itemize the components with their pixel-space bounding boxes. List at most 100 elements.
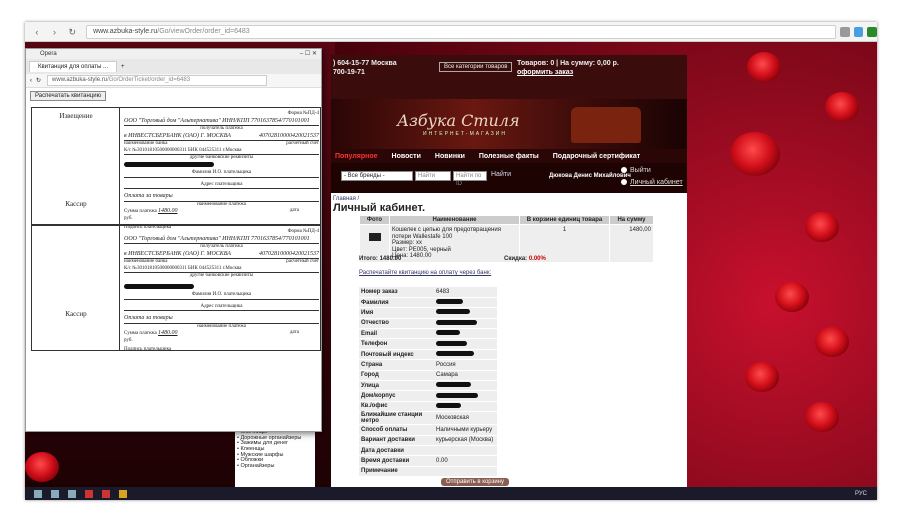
bank-caption: наименование банка <box>124 141 168 146</box>
print-receipt-link[interactable]: Распечатайте квитанцию на оплату через б… <box>359 270 491 276</box>
detail-key: Время доставки <box>359 455 434 467</box>
detail-key: Ближайшие станции метро <box>359 411 434 426</box>
cabinet-label: Личный кабинет <box>630 179 683 186</box>
shield-icon[interactable] <box>853 26 864 37</box>
sign-caption: Подпись плательщика <box>124 347 172 352</box>
new-tab-icon[interactable]: + <box>121 64 125 70</box>
phone-2: 700-19-71 <box>333 69 365 76</box>
account-number: 40702810000420021537 <box>259 250 319 257</box>
filter-bar: - Все бренды - Найти Найти по ID Найти Д… <box>331 163 687 193</box>
rose-decoration <box>805 212 839 242</box>
payer-caption: Фамилия И.О. плательщика <box>124 170 319 178</box>
cashier-label-2: Кассир <box>65 310 87 318</box>
search-id-input[interactable]: Найти по ID <box>453 171 487 187</box>
exit-link[interactable]: Выйти <box>621 167 651 174</box>
language-indicator[interactable]: РУС <box>855 491 867 497</box>
extension-icon[interactable] <box>867 26 877 37</box>
menu-item[interactable]: • Органайзеры <box>237 463 313 470</box>
company-line: ООО "Торговый дом "Альтернатива" ИНН/КПП… <box>124 236 319 244</box>
detail-key: Имя <box>359 307 434 319</box>
other-req-caption: другие банковские реквизиты <box>189 155 254 160</box>
folder-icon[interactable] <box>119 489 127 498</box>
popup-url-path: /Go/OrderTicket/order_id=6483 <box>107 77 191 83</box>
cabinet-link[interactable]: Личный кабинет <box>621 179 683 186</box>
site-logo[interactable]: Азбука Стиля <box>397 111 520 130</box>
opera-icon[interactable] <box>85 489 93 498</box>
account-number: 40702810000420021537 <box>259 132 319 139</box>
detail-row: Вариант доставки курьерская (Москва) <box>359 435 497 446</box>
nav-popular[interactable]: Популярное <box>335 153 378 160</box>
address-caption: Адрес плательщика <box>124 182 319 189</box>
sum-label: Сумма платежа <box>124 209 157 214</box>
exit-label: Выйти <box>630 167 651 174</box>
popup-app-name: Opera <box>40 51 57 57</box>
detail-key: Email <box>359 328 434 340</box>
purpose-line: Оплата за товары <box>124 193 319 202</box>
detail-value <box>434 318 497 330</box>
task-view-icon[interactable] <box>68 489 76 498</box>
redacted-value <box>436 330 460 336</box>
bank-name: в ИНВЕСТСБЕРБАНК (ОАО) Г. МОСКВА <box>124 250 231 257</box>
nav-useful-facts[interactable]: Полезные факты <box>479 153 539 160</box>
send-to-basket-button[interactable]: Отправить в корзину <box>441 478 509 486</box>
search-input[interactable]: Найти <box>415 171 451 181</box>
redacted-value <box>436 299 463 305</box>
back-icon[interactable]: ‹ <box>31 26 43 38</box>
receipt-body: Форма №ПД-4 ООО "Торговый дом "Альтернат… <box>124 111 319 232</box>
currency: руб. <box>124 215 133 221</box>
detail-key: Способ оплаты <box>359 424 434 436</box>
popup-titlebar: Opera – ☐ ✕ <box>26 49 321 59</box>
reload-icon[interactable]: ↻ <box>36 77 41 84</box>
detail-value: курьерская (Москва) <box>434 435 497 446</box>
outer-address-bar[interactable]: www.azbuka-style.ru/Go/viewOrder/order_i… <box>86 24 836 39</box>
reload-icon[interactable]: ↻ <box>66 26 78 38</box>
detail-key: Номер заказ <box>359 287 434 298</box>
detail-row: Страна Россия <box>359 359 497 371</box>
opera-icon[interactable] <box>102 489 110 498</box>
detail-key: Город <box>359 370 434 382</box>
taskbar: РУС <box>25 487 877 500</box>
cart-count: Товаров: 0 | На сумму: <box>517 60 596 67</box>
col-sum: На сумму <box>609 215 654 225</box>
rose-decoration <box>745 362 779 392</box>
brand-select[interactable]: - Все бренды - <box>341 171 413 181</box>
back-icon[interactable]: ‹ <box>30 78 32 84</box>
phone-1: ) 604-15-77 Москва <box>333 60 397 67</box>
total-label: Итого: <box>359 256 378 262</box>
search-icon[interactable] <box>51 489 59 498</box>
heart-icon[interactable] <box>839 26 850 37</box>
detail-key: Кв./офис <box>359 401 434 413</box>
nav-news[interactable]: Новости <box>392 153 421 160</box>
checkout-link[interactable]: оформить заказ <box>517 69 573 76</box>
windows-start-icon[interactable] <box>34 489 42 498</box>
detail-row: Отчество <box>359 318 497 330</box>
popup-url-host: www.azbuka-style.ru <box>52 77 108 83</box>
user-name: Дюкова Денис Михайлович <box>549 173 631 179</box>
detail-row: Способ оплаты Наличными курьеру <box>359 424 497 436</box>
cashier-label: Кассир <box>65 200 87 208</box>
window-controls-icon[interactable]: – ☐ ✕ <box>300 49 317 59</box>
date-caption: дата <box>289 208 299 213</box>
all-categories-button[interactable]: Все категории товаров <box>439 62 513 72</box>
sum-line: Сумма платежа 1480.00 дата <box>124 208 319 216</box>
nav-new-items[interactable]: Новинки <box>435 153 465 160</box>
nav-gift-certificate[interactable]: Подарочный сертификат <box>553 153 640 160</box>
popup-tab[interactable]: Квитанция для оплаты ... <box>29 61 118 72</box>
redacted-payer-name <box>124 283 194 289</box>
detail-value <box>434 401 497 413</box>
rose-decoration <box>747 52 781 82</box>
rose-decoration <box>805 402 839 432</box>
detail-value <box>434 297 497 309</box>
print-receipt-button[interactable]: Распечатать квитанцию <box>30 91 107 101</box>
search-go-button[interactable]: Найти <box>491 171 511 178</box>
purpose-value: Оплата за товары <box>124 193 173 199</box>
redacted-value <box>436 351 474 357</box>
wallet-icon <box>368 233 381 241</box>
outer-url-host: www.azbuka-style.ru <box>93 27 158 35</box>
forward-icon[interactable]: › <box>49 26 61 38</box>
cart-summary: Товаров: 0 | На сумму: 0,00 р. оформить з… <box>517 59 619 77</box>
product-name: Кошелек с цепью для предотвращения потер… <box>392 227 501 240</box>
popup-url[interactable]: www.azbuka-style.ru/Go/OrderTicket/order… <box>47 75 268 86</box>
col-name: Наименование <box>389 215 520 225</box>
sum-line: Сумма платежа 1480.00 дата <box>124 330 319 338</box>
